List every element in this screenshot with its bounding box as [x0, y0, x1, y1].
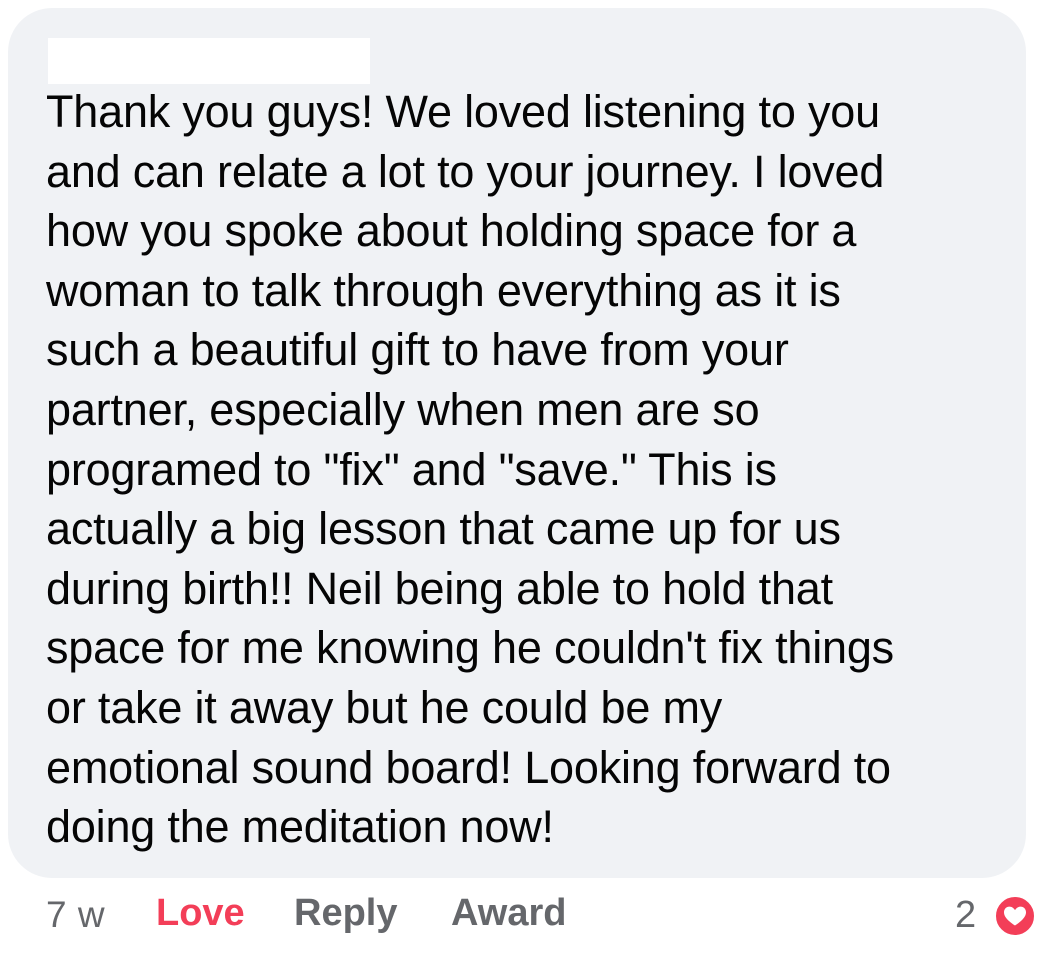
comment-line: doing the meditation now! — [46, 801, 554, 853]
comment-line: such a beautiful gift to have from your — [46, 324, 789, 376]
reaction-count[interactable]: 2 — [955, 894, 976, 937]
comment-line: Thank you guys! We loved listening to yo… — [46, 86, 880, 137]
reply-button[interactable]: Reply — [294, 892, 397, 935]
comment-text: Thank you guys! We loved listening to yo… — [46, 82, 1006, 857]
comment-line: programed to "fix" and "save." This is — [46, 443, 777, 495]
heart-icon[interactable] — [993, 894, 1037, 938]
award-button[interactable]: Award — [451, 892, 566, 935]
comment-line: during birth!! Neil being able to hold t… — [46, 562, 833, 614]
comment-line: and can relate a lot to your journey. I … — [46, 145, 885, 197]
comment-timestamp[interactable]: 7 w — [46, 894, 105, 936]
comment-line: how you spoke about holding space for a — [46, 205, 857, 257]
comment-line: space for me knowing he couldn't fix thi… — [46, 622, 894, 674]
comment-actions-bar: 7 w Love Reply Award 2 — [0, 884, 1050, 948]
comment-line: emotional sound board! Looking forward t… — [46, 741, 891, 793]
comment-line: partner, especially when men are so — [46, 383, 760, 435]
comment-line: woman to talk through everything as it i… — [46, 264, 841, 316]
comment-line: or take it away but he could be my — [46, 681, 723, 733]
comment-line: actually a big lesson that came up for u… — [46, 503, 841, 555]
love-button[interactable]: Love — [156, 892, 245, 935]
redacted-author-name — [48, 38, 370, 84]
